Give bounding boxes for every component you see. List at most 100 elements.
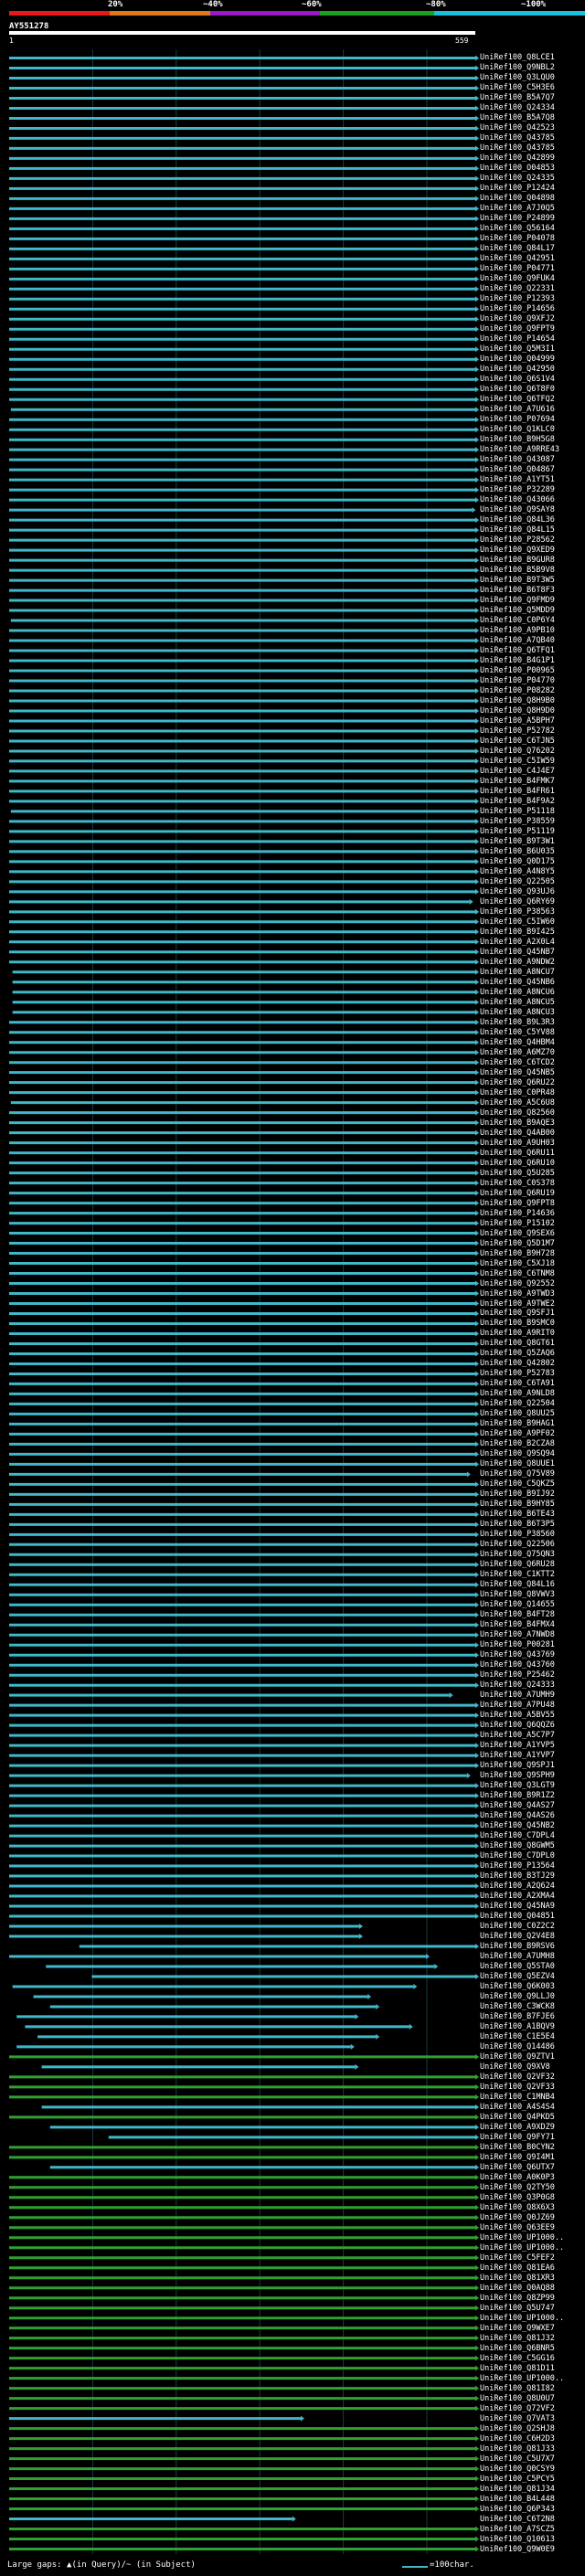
hit-label[interactable]: UniRef100_B4FMX4 xyxy=(480,1620,555,1629)
hit-label[interactable]: UniRef100_Q43785 xyxy=(480,133,555,143)
hit-label[interactable]: UniRef100_Q8H9B0 xyxy=(480,696,555,705)
hit-label[interactable]: UniRef100_P52783 xyxy=(480,1369,555,1378)
hit-label[interactable]: UniRef100_C5YV88 xyxy=(480,1028,555,1037)
hit-label[interactable]: UniRef100_Q43769 xyxy=(480,1650,555,1659)
hit-label[interactable]: UniRef100_Q04851 xyxy=(480,1912,555,1921)
hit-label[interactable]: UniRef100_P51118 xyxy=(480,807,555,816)
hit-label[interactable]: UniRef100_Q4HBM4 xyxy=(480,1038,555,1047)
hit-label[interactable]: UniRef100_UP1000.. xyxy=(480,2374,564,2383)
hit-label[interactable]: UniRef100_P14656 xyxy=(480,304,555,313)
hit-label[interactable]: UniRef100_B5B9V8 xyxy=(480,566,555,575)
hit-label[interactable]: UniRef100_A9TWD3 xyxy=(480,1289,555,1299)
hit-label[interactable]: UniRef100_Q0JZ69 xyxy=(480,2213,555,2222)
hit-label[interactable]: UniRef100_C6TA91 xyxy=(480,1379,555,1388)
hit-label[interactable]: UniRef100_A9NLD8 xyxy=(480,1389,555,1398)
hit-label[interactable]: UniRef100_Q8ZP99 xyxy=(480,2294,555,2303)
hit-label[interactable]: UniRef100_Q8GWM5 xyxy=(480,1841,555,1850)
hit-label[interactable]: UniRef100_P14654 xyxy=(480,334,555,344)
hit-label[interactable]: UniRef100_Q84L36 xyxy=(480,515,555,525)
hit-label[interactable]: UniRef100_A9UH03 xyxy=(480,1139,555,1148)
hit-label[interactable]: UniRef100_P15102 xyxy=(480,1219,555,1228)
hit-label[interactable]: UniRef100_A5BV55 xyxy=(480,1711,555,1720)
hit-label[interactable]: UniRef100_P04078 xyxy=(480,234,555,243)
hit-label[interactable]: UniRef100_C4J4E7 xyxy=(480,767,555,776)
hit-label[interactable]: UniRef100_Q24335 xyxy=(480,174,555,183)
hit-label[interactable]: UniRef100_Q56164 xyxy=(480,224,555,233)
hit-label[interactable]: UniRef100_Q81EA6 xyxy=(480,2263,555,2273)
hit-label[interactable]: UniRef100_Q8UUE1 xyxy=(480,1459,555,1468)
hit-label[interactable]: UniRef100_Q9W0E9 xyxy=(480,2545,555,2554)
hit-label[interactable]: UniRef100_Q24333 xyxy=(480,1680,555,1690)
hit-label[interactable]: UniRef100_Q5ZAQ6 xyxy=(480,1349,555,1358)
hit-label[interactable]: UniRef100_Q5STA0 xyxy=(480,1962,555,1971)
hit-label[interactable]: UniRef100_Q8LCE1 xyxy=(480,53,555,62)
hit-label[interactable]: UniRef100_P00965 xyxy=(480,666,555,675)
hit-label[interactable]: UniRef100_A7SCZ5 xyxy=(480,2525,555,2534)
hit-label[interactable]: UniRef100_Q2TY50 xyxy=(480,2183,555,2192)
hit-label[interactable]: UniRef100_Q6QQZ6 xyxy=(480,1721,555,1730)
hit-label[interactable]: UniRef100_Q42523 xyxy=(480,123,555,133)
hit-label[interactable]: UniRef100_B4FR61 xyxy=(480,787,555,796)
hit-label[interactable]: UniRef100_Q72VF2 xyxy=(480,2404,555,2413)
hit-label[interactable]: UniRef100_A9NDW2 xyxy=(480,958,555,967)
hit-label[interactable]: UniRef100_Q43760 xyxy=(480,1660,555,1670)
hit-label[interactable]: UniRef100_P32289 xyxy=(480,485,555,494)
hit-label[interactable]: UniRef100_Q5EZV4 xyxy=(480,1972,555,1981)
hit-label[interactable]: UniRef100_C5H3E6 xyxy=(480,83,555,92)
hit-label[interactable]: UniRef100_P08282 xyxy=(480,686,555,695)
hit-label[interactable]: UniRef100_Q9SAY8 xyxy=(480,505,555,514)
hit-label[interactable]: UniRef100_Q75V89 xyxy=(480,1469,555,1479)
hit-label[interactable]: UniRef100_C0S378 xyxy=(480,1179,555,1188)
hit-label[interactable]: UniRef100_A5C6U8 xyxy=(480,1098,555,1108)
hit-label[interactable]: UniRef100_B9H5G8 xyxy=(480,435,555,444)
hit-label[interactable]: UniRef100_Q2V4E8 xyxy=(480,1932,555,1941)
hit-label[interactable]: UniRef100_B9L3R3 xyxy=(480,1018,555,1027)
hit-label[interactable]: UniRef100_A9RRE43 xyxy=(480,445,559,454)
hit-label[interactable]: UniRef100_Q9XED9 xyxy=(480,546,555,555)
hit-label[interactable]: UniRef100_B5A7Q8 xyxy=(480,113,555,122)
hit-label[interactable]: UniRef100_C5XJ18 xyxy=(480,1259,555,1268)
hit-label[interactable]: UniRef100_Q81J33 xyxy=(480,2444,555,2454)
hit-label[interactable]: UniRef100_A0K0P3 xyxy=(480,2173,555,2182)
hit-label[interactable]: UniRef100_Q42802 xyxy=(480,1359,555,1368)
hit-label[interactable]: UniRef100_C5QKZ5 xyxy=(480,1479,555,1489)
hit-label[interactable]: UniRef100_Q3LQU0 xyxy=(480,73,555,82)
hit-label[interactable]: UniRef100_Q0CSY9 xyxy=(480,2465,555,2474)
hit-label[interactable]: UniRef100_Q9ZTV1 xyxy=(480,2052,555,2062)
hit-label[interactable]: UniRef100_Q3P0G8 xyxy=(480,2193,555,2202)
hit-label[interactable]: UniRef100_Q0AQ88 xyxy=(480,2284,555,2293)
hit-label[interactable]: UniRef100_B6TE43 xyxy=(480,1510,555,1519)
hit-label[interactable]: UniRef100_C7DPL4 xyxy=(480,1831,555,1840)
hit-label[interactable]: UniRef100_Q45NB7 xyxy=(480,948,555,957)
hit-label[interactable]: UniRef100_B4FMK7 xyxy=(480,777,555,786)
hit-label[interactable]: UniRef100_B7FJE6 xyxy=(480,2012,555,2021)
hit-label[interactable]: UniRef100_Q9SFJ1 xyxy=(480,1309,555,1318)
hit-label[interactable]: UniRef100_Q45NB6 xyxy=(480,978,555,987)
hit-label[interactable]: UniRef100_C5IW60 xyxy=(480,917,555,927)
hit-label[interactable]: UniRef100_Q75QN3 xyxy=(480,1550,555,1559)
hit-label[interactable]: UniRef100_Q9FPT8 xyxy=(480,1199,555,1208)
hit-label[interactable]: UniRef100_B9RSV6 xyxy=(480,1942,555,1951)
hit-label[interactable]: UniRef100_Q5M3I1 xyxy=(480,345,555,354)
hit-label[interactable]: UniRef100_A9XDZ9 xyxy=(480,2123,555,2132)
hit-label[interactable]: UniRef100_C6TCD2 xyxy=(480,1058,555,1067)
hit-label[interactable]: UniRef100_B9R1Z2 xyxy=(480,1791,555,1800)
hit-label[interactable]: UniRef100_B0CYN2 xyxy=(480,2143,555,2152)
hit-label[interactable]: UniRef100_P00281 xyxy=(480,1640,555,1649)
hit-label[interactable]: UniRef100_Q9SPJ1 xyxy=(480,1761,555,1770)
hit-label[interactable]: UniRef100_Q9SEX6 xyxy=(480,1229,555,1238)
hit-label[interactable]: UniRef100_A6MZ70 xyxy=(480,1048,555,1057)
hit-label[interactable]: UniRef100_Q81D11 xyxy=(480,2364,555,2373)
hit-label[interactable]: UniRef100_B9AQE3 xyxy=(480,1118,555,1128)
hit-label[interactable]: UniRef100_Q5D1M7 xyxy=(480,1239,555,1248)
hit-label[interactable]: UniRef100_B4FT28 xyxy=(480,1610,555,1619)
hit-label[interactable]: UniRef100_Q43087 xyxy=(480,455,555,464)
hit-label[interactable]: UniRef100_Q9I4M1 xyxy=(480,2153,555,2162)
hit-label[interactable]: UniRef100_A9PF02 xyxy=(480,1429,555,1438)
hit-label[interactable]: UniRef100_B9H728 xyxy=(480,1249,555,1258)
hit-label[interactable]: UniRef100_B6U035 xyxy=(480,847,555,856)
hit-label[interactable]: UniRef100_Q6TFQ2 xyxy=(480,395,555,404)
hit-label[interactable]: UniRef100_Q9FMD9 xyxy=(480,596,555,605)
hit-label[interactable]: UniRef100_A1YVP5 xyxy=(480,1741,555,1750)
hit-label[interactable]: UniRef100_P12424 xyxy=(480,184,555,193)
